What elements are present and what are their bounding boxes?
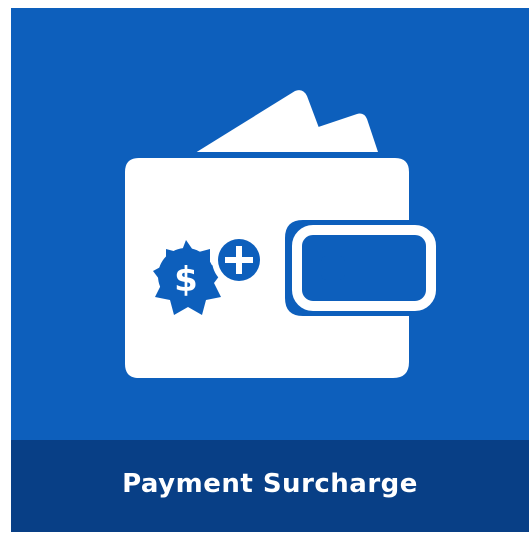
product-title: Payment Surcharge bbox=[122, 469, 418, 499]
product-tile[interactable]: $ Payment Surcharge bbox=[11, 8, 529, 532]
dollar-symbol: $ bbox=[174, 260, 198, 300]
product-label-bar: Payment Surcharge bbox=[11, 440, 529, 532]
wallet-clasp-outline bbox=[292, 225, 436, 311]
wallet-icon: $ bbox=[125, 90, 436, 378]
wallet-clasp-button bbox=[321, 256, 345, 280]
product-icon-area: $ bbox=[11, 8, 529, 438]
plus-badge-icon bbox=[212, 233, 266, 287]
